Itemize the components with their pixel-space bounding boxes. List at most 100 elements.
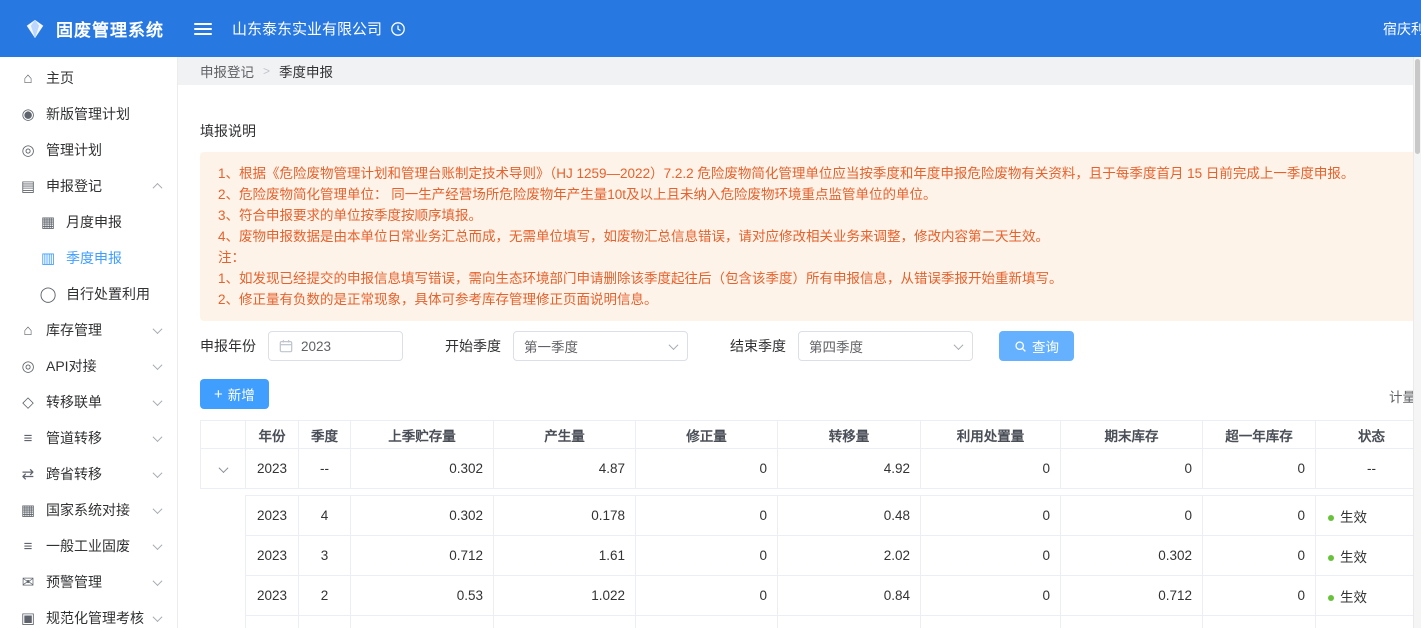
sidebar-item-new-management-plan[interactable]: ◉ 新版管理计划 bbox=[0, 96, 177, 132]
cell-year: 2023 bbox=[246, 616, 299, 628]
clock-icon[interactable] bbox=[390, 21, 406, 37]
sidebar-item-pipeline-transfer[interactable]: ≡ 管道转移 bbox=[0, 420, 177, 456]
search-icon bbox=[1014, 340, 1027, 353]
cell-year: 2023 bbox=[246, 449, 299, 489]
chevron-down-icon bbox=[153, 612, 163, 622]
sidebar-item-warning-management[interactable]: ✉ 预警管理 bbox=[0, 564, 177, 600]
collapse-caret-icon[interactable] bbox=[218, 463, 228, 473]
filter-bar: 申报年份 2023 开始季度 第一季度 结束季度 第四季度 bbox=[200, 331, 1421, 361]
col-header-ending: 期末库存 bbox=[1061, 421, 1203, 449]
start-quarter-select[interactable]: 第一季度 bbox=[513, 331, 688, 361]
cell-quarter: 3 bbox=[299, 536, 351, 576]
cell-year: 2023 bbox=[246, 536, 299, 576]
cell-transferred: 0.48 bbox=[778, 496, 921, 536]
sidebar-item-interprovincial-transfer[interactable]: ⇄ 跨省转移 bbox=[0, 456, 177, 492]
col-header-corrected: 修正量 bbox=[636, 421, 778, 449]
cell-status: 生效 bbox=[1316, 496, 1421, 536]
table-row[interactable]: 2023 3 0.712 1.61 0 2.02 0 0.302 0 生效 bbox=[201, 536, 1421, 576]
chevron-down-icon bbox=[153, 504, 163, 514]
cell-quarter: -- bbox=[299, 449, 351, 489]
app-title: 固废管理系统 bbox=[56, 16, 164, 41]
cell-quarter: 1 bbox=[299, 616, 351, 628]
cell-quarter: 4 bbox=[299, 496, 351, 536]
sidebar-item-label: 国家系统对接 bbox=[46, 500, 130, 520]
vertical-scrollbar[interactable] bbox=[1413, 57, 1421, 628]
plan-icon: ◎ bbox=[18, 141, 38, 159]
add-button[interactable]: + 新增 bbox=[200, 379, 269, 409]
table-row[interactable]: 2023 2 0.53 1.022 0 0.84 0 0.712 0 生效 bbox=[201, 576, 1421, 616]
sidebar-item-label: 管道转移 bbox=[46, 428, 102, 448]
cell-prev-storage: 0.05 bbox=[351, 616, 494, 628]
notice-line: 4、废物申报数据是由本单位日常业务汇总而成，无需单位填写，如废物汇总信息错误，请… bbox=[218, 226, 1421, 247]
sidebar-item-quarterly-declaration[interactable]: ▥ 季度申报 bbox=[0, 240, 177, 276]
sidebar-item-home[interactable]: ⌂ 主页 bbox=[0, 60, 177, 96]
status-dot bbox=[1328, 515, 1334, 521]
end-quarter-select[interactable]: 第四季度 bbox=[798, 331, 973, 361]
sidebar-item-transfer-manifest[interactable]: ◇ 转移联单 bbox=[0, 384, 177, 420]
pipeline-icon: ≡ bbox=[18, 430, 38, 447]
search-button[interactable]: 查询 bbox=[999, 331, 1074, 361]
col-header-transferred: 转移量 bbox=[778, 421, 921, 449]
cell-over-one-year: 0 bbox=[1203, 496, 1316, 536]
notice-line: 2、危险废物简化管理单位： 同一生产经营场所危险废物年产生量10t及以上且未纳入… bbox=[218, 184, 1421, 205]
cell-over-one-year: 0 bbox=[1203, 449, 1316, 489]
table-wrap: 年份 季度 上季贮存量 产生量 修正量 转移量 利用处置量 期末库存 超一年库存… bbox=[200, 420, 1421, 628]
col-header-expand bbox=[201, 421, 246, 449]
row-gap bbox=[201, 489, 1421, 496]
expand-cell-empty bbox=[201, 496, 246, 536]
sidebar-item-national-system[interactable]: ▦ 国家系统对接 bbox=[0, 492, 177, 528]
sidebar: ⌂ 主页 ◉ 新版管理计划 ◎ 管理计划 ▤ 申报登记 ▦ 月度申报 ▥ 季度申… bbox=[0, 57, 178, 628]
cell-prev-storage: 0.302 bbox=[351, 496, 494, 536]
col-header-prev-storage: 上季贮存量 bbox=[351, 421, 494, 449]
cell-ending: 0 bbox=[1061, 496, 1203, 536]
manifest-icon: ◇ bbox=[18, 393, 38, 411]
cell-year: 2023 bbox=[246, 496, 299, 536]
cell-over-one-year: 0 bbox=[1203, 576, 1316, 616]
sidebar-item-label: 自行处置利用 bbox=[66, 284, 150, 304]
chevron-down-icon bbox=[153, 360, 163, 370]
sidebar-item-inventory[interactable]: ⌂ 库存管理 bbox=[0, 312, 177, 348]
table-row[interactable]: 2023 4 0.302 0.178 0 0.48 0 0 0 生效 bbox=[201, 496, 1421, 536]
expand-cell bbox=[201, 449, 246, 489]
cell-utilized: 0 bbox=[921, 449, 1061, 489]
notice-line: 1、根据《危险废物管理计划和管理台账制定技术导则》（HJ 1259—2022）7… bbox=[218, 163, 1421, 184]
cell-status: 生效 bbox=[1316, 616, 1421, 628]
year-input[interactable]: 2023 bbox=[268, 331, 403, 361]
breadcrumb: 申报登记 > 季度申报 bbox=[178, 57, 1421, 85]
sidebar-item-api[interactable]: ◎ API对接 bbox=[0, 348, 177, 384]
sidebar-item-declaration-register[interactable]: ▤ 申报登记 bbox=[0, 168, 177, 204]
notice-line: 2、修正量有负数的是正常现象，具体可参考库存管理修正页面说明信息。 bbox=[218, 289, 1421, 310]
sidebar-item-monthly-declaration[interactable]: ▦ 月度申报 bbox=[0, 204, 177, 240]
quarterly-declaration-icon: ▥ bbox=[38, 249, 58, 267]
new-plan-icon: ◉ bbox=[18, 105, 38, 123]
col-header-year: 年份 bbox=[246, 421, 299, 449]
add-button-label: 新增 bbox=[228, 384, 255, 404]
cell-status: -- bbox=[1316, 449, 1421, 489]
breadcrumb-separator: > bbox=[263, 64, 270, 78]
sidebar-item-label: 月度申报 bbox=[66, 212, 122, 232]
menu-toggle-icon[interactable] bbox=[194, 23, 212, 35]
sidebar-item-standardization-assessment[interactable]: ▣ 规范化管理考核 bbox=[0, 600, 177, 628]
cell-over-one-year: 0 bbox=[1203, 616, 1316, 628]
cell-transferred: 2.02 bbox=[778, 536, 921, 576]
sidebar-item-management-plan[interactable]: ◎ 管理计划 bbox=[0, 132, 177, 168]
cell-over-one-year: 0 bbox=[1203, 536, 1316, 576]
sidebar-item-self-disposal[interactable]: ◯ 自行处置利用 bbox=[0, 276, 177, 312]
summary-row[interactable]: 2023 -- 0.302 4.87 0 4.92 0 0 0 -- bbox=[201, 449, 1421, 489]
cell-utilized: 0 bbox=[921, 496, 1061, 536]
cell-transferred: 1.58 bbox=[778, 616, 921, 628]
cell-ending: 0.53 bbox=[1061, 616, 1203, 628]
status-label: 生效 bbox=[1340, 550, 1367, 565]
table-row[interactable]: 2023 1 0.05 2.06 0 1.58 0 0.53 0 生效 bbox=[201, 616, 1421, 628]
api-icon: ◎ bbox=[18, 357, 38, 375]
expand-cell-empty bbox=[201, 576, 246, 616]
sidebar-item-label: 转移联单 bbox=[46, 392, 102, 412]
expand-cell-empty bbox=[201, 616, 246, 628]
username[interactable]: 宿庆利 bbox=[1383, 19, 1421, 39]
breadcrumb-parent[interactable]: 申报登记 bbox=[200, 61, 254, 81]
cell-prev-storage: 0.712 bbox=[351, 536, 494, 576]
sidebar-item-general-industrial-waste[interactable]: ≡ 一般工业固废 bbox=[0, 528, 177, 564]
cell-corrected: 0 bbox=[636, 449, 778, 489]
scrollbar-thumb[interactable] bbox=[1415, 59, 1420, 154]
chevron-down-icon bbox=[153, 396, 163, 406]
